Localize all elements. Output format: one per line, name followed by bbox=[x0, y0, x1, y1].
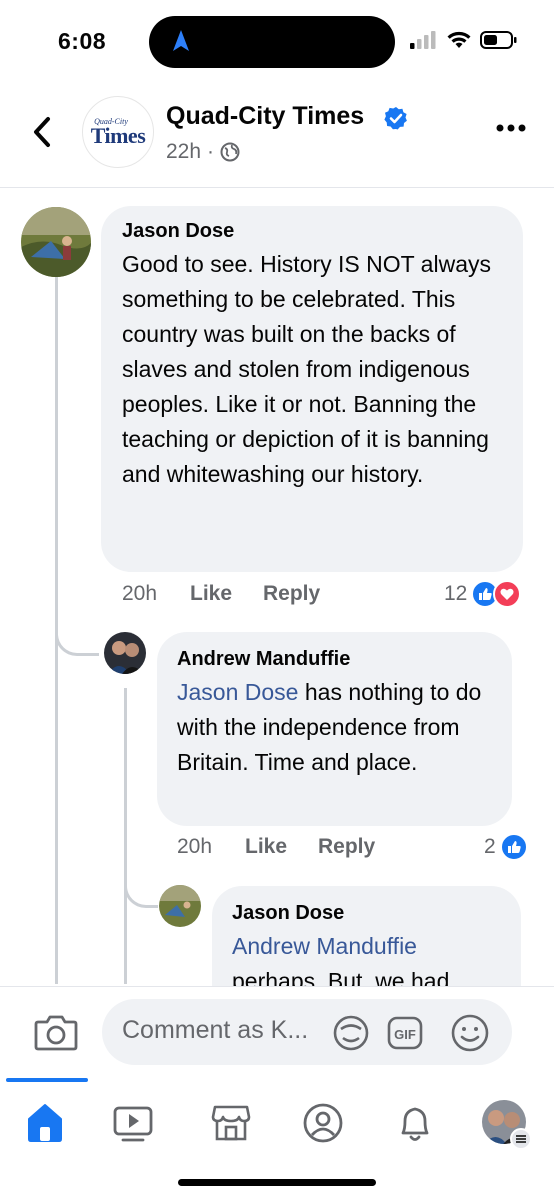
status-bar: 6:08 bbox=[0, 0, 554, 84]
like-button[interactable]: Like bbox=[190, 582, 263, 606]
reply-bubble: Jason Dose Andrew Manduffie perhaps. But,… bbox=[212, 886, 521, 986]
thread-branch-1 bbox=[55, 630, 99, 656]
back-chevron-icon[interactable] bbox=[28, 114, 58, 150]
globe-icon bbox=[220, 142, 240, 162]
tab-profile[interactable] bbox=[298, 1098, 348, 1148]
comment-body: perhaps. But, we had bbox=[232, 968, 450, 986]
comment-author[interactable]: Jason Dose bbox=[122, 220, 503, 243]
comment-author[interactable]: Jason Dose bbox=[232, 902, 501, 925]
tab-notifications[interactable] bbox=[390, 1098, 440, 1148]
video-icon bbox=[113, 1106, 153, 1142]
mention-link[interactable]: Andrew Manduffie bbox=[232, 929, 501, 964]
meta-separator: · bbox=[207, 140, 215, 163]
page-logo[interactable]: Quad-City Times bbox=[82, 96, 154, 168]
menu-avatar-icon bbox=[482, 1100, 532, 1150]
comment-actions: 20h Like Reply bbox=[122, 582, 320, 606]
post-age: 22h bbox=[166, 140, 202, 163]
comment-placeholder: Comment as K... bbox=[122, 1016, 309, 1044]
verified-badge-icon bbox=[384, 107, 407, 130]
status-icons bbox=[410, 30, 518, 50]
logo-big-text: Times bbox=[90, 123, 146, 148]
camera-icon[interactable] bbox=[34, 1013, 78, 1051]
notifications-icon bbox=[401, 1107, 429, 1141]
location-arrow-icon bbox=[173, 30, 189, 51]
like-reaction-icon bbox=[499, 833, 528, 861]
like-button[interactable]: Like bbox=[245, 835, 318, 859]
status-time: 6:08 bbox=[58, 28, 107, 54]
comment-text: Andrew Manduffie perhaps. But, we had bbox=[232, 929, 501, 986]
avatar[interactable] bbox=[21, 207, 91, 277]
active-tab-indicator bbox=[6, 1078, 88, 1082]
comment-input[interactable]: Comment as K... GIF bbox=[102, 999, 512, 1065]
reply-bubble: Andrew Manduffie Jason Dose has nothing … bbox=[157, 632, 512, 826]
comment-3-clip: Jason Dose Andrew Manduffie perhaps. But,… bbox=[0, 880, 554, 986]
svg-text:GIF: GIF bbox=[394, 1027, 416, 1042]
profile-icon bbox=[303, 1103, 343, 1143]
reaction-summary[interactable]: 12 bbox=[444, 580, 522, 608]
comment-composer: Comment as K... GIF bbox=[0, 986, 554, 1078]
comment-author[interactable]: Andrew Manduffie bbox=[177, 648, 492, 671]
avatar[interactable] bbox=[159, 885, 201, 927]
tab-video[interactable] bbox=[108, 1098, 158, 1148]
tab-menu[interactable] bbox=[480, 1098, 534, 1152]
tab-marketplace[interactable] bbox=[206, 1098, 256, 1148]
reaction-summary[interactable]: 2 bbox=[484, 833, 528, 861]
love-reaction-icon bbox=[493, 580, 522, 608]
comment-text: Good to see. History IS NOT always somet… bbox=[122, 251, 491, 487]
comment-time: 20h bbox=[177, 835, 213, 858]
post-meta: 22h · bbox=[166, 140, 240, 164]
bottom-tab-bar bbox=[0, 1078, 554, 1200]
reaction-count: 2 bbox=[484, 835, 496, 858]
tab-home[interactable] bbox=[20, 1098, 70, 1148]
page-name[interactable]: Quad-City Times bbox=[166, 102, 364, 131]
comment-time: 20h bbox=[122, 582, 158, 605]
reaction-count: 12 bbox=[444, 582, 468, 605]
post-header: Quad-City Times Quad-City Times 22h · bbox=[0, 84, 554, 188]
thread-line-main bbox=[55, 264, 58, 984]
wifi-icon bbox=[447, 31, 471, 48]
comment-bubble: Jason Dose Good to see. History IS NOT a… bbox=[101, 206, 523, 572]
avatar-sticker-icon[interactable] bbox=[332, 1014, 370, 1052]
emoji-icon[interactable] bbox=[450, 1014, 490, 1054]
dynamic-island bbox=[149, 16, 395, 68]
marketplace-icon bbox=[211, 1105, 251, 1141]
avatar[interactable] bbox=[104, 632, 146, 674]
reply-button[interactable]: Reply bbox=[318, 835, 375, 859]
home-icon bbox=[28, 1104, 62, 1142]
more-options-icon[interactable] bbox=[496, 124, 526, 132]
reply-button[interactable]: Reply bbox=[263, 582, 320, 606]
comment-text: Jason Dose has nothing to do with the in… bbox=[177, 675, 492, 780]
battery-icon bbox=[480, 31, 517, 49]
comment-actions: 20h Like Reply bbox=[177, 835, 375, 859]
home-indicator bbox=[178, 1179, 376, 1186]
cellular-signal-icon bbox=[410, 31, 436, 49]
mention-link[interactable]: Jason Dose bbox=[177, 679, 298, 705]
gif-icon[interactable]: GIF bbox=[386, 1014, 424, 1052]
